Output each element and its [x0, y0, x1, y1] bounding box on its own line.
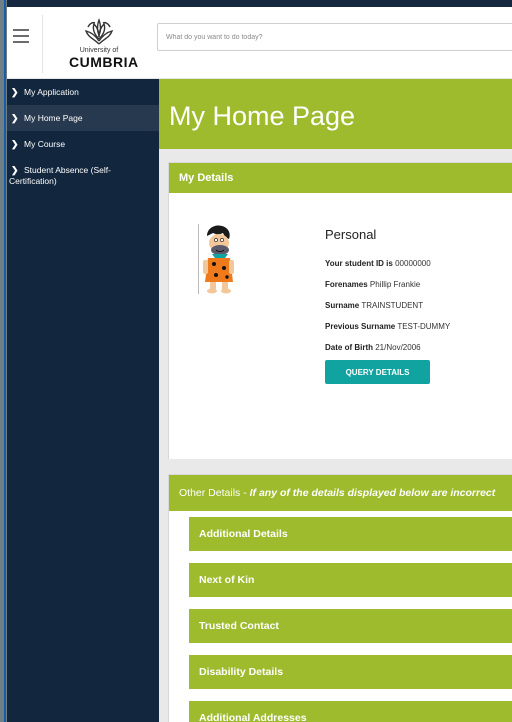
sidebar-item-label: Student Absence (Self-Certification) — [9, 165, 111, 186]
window-frame-left — [0, 0, 7, 722]
page-banner: My Home Page — [159, 79, 512, 149]
chevron-right-icon: ❯ — [11, 87, 19, 97]
university-logo[interactable]: University of CUMBRIA — [69, 17, 139, 73]
student-id-value: 00000000 — [395, 259, 431, 268]
page-title: My Home Page — [169, 101, 356, 131]
logo-cumbria-text: CUMBRIA — [69, 54, 139, 70]
student-id-row: Your student ID is 00000000 — [325, 259, 431, 268]
chevron-right-icon: ❯ — [11, 139, 19, 149]
sidebar-item-my-home-page[interactable]: ❯ My Home Page — [7, 105, 159, 131]
date-of-birth-row: Date of Birth 21/Nov/2006 — [325, 343, 421, 352]
surname-row: Surname TRAINSTUDENT — [325, 301, 423, 310]
sidebar-item-student-absence[interactable]: ❯ Student Absence (Self-Certification) — [7, 157, 159, 194]
sidebar-item-label: My Home Page — [24, 113, 83, 123]
date-of-birth-label: Date of Birth — [325, 343, 373, 352]
chevron-right-icon: ❯ — [11, 165, 19, 175]
student-avatar — [198, 224, 234, 294]
student-id-label: Your student ID is — [325, 259, 393, 268]
sidebar-item-my-course[interactable]: ❯ My Course — [7, 131, 159, 157]
previous-surname-value: TEST-DUMMY — [397, 322, 451, 331]
other-details-panel: Other Details - If any of the details di… — [168, 474, 512, 722]
sidebar-item-label: My Application — [24, 87, 79, 97]
search-input[interactable] — [157, 23, 512, 51]
surname-value: TRAINSTUDENT — [361, 301, 424, 310]
sidebar-item-my-application[interactable]: ❯ My Application — [7, 79, 159, 105]
header-divider — [42, 15, 43, 73]
surname-label: Surname — [325, 301, 360, 310]
my-details-heading: My Details — [169, 163, 512, 193]
previous-surname-row: Previous Surname TEST-DUMMY — [325, 322, 450, 331]
hamburger-menu-icon[interactable] — [13, 29, 29, 43]
header: University of CUMBRIA — [7, 7, 512, 79]
window-frame-top — [0, 0, 512, 7]
my-details-body: Personal Your student ID is 00000000 For… — [169, 193, 512, 459]
disability-details-section[interactable]: Disability Details — [189, 655, 512, 689]
forenames-value: Phillip Frankie — [369, 280, 421, 289]
other-details-warning: If any of the details displayed below ar… — [249, 487, 496, 499]
forenames-label: Forenames — [325, 280, 368, 289]
sidebar-item-label: My Course — [24, 139, 66, 149]
main-content: My Home Page My Details Personal Your st… — [159, 79, 512, 722]
date-of-birth-value: 21/Nov/2006 — [375, 343, 421, 352]
next-of-kin-section[interactable]: Next of Kin — [189, 563, 512, 597]
other-details-heading: Other Details - If any of the details di… — [169, 475, 512, 511]
sidebar: ❯ My Application ❯ My Home Page ❯ My Cou… — [7, 79, 159, 722]
additional-details-section[interactable]: Additional Details — [189, 517, 512, 551]
trusted-contact-section[interactable]: Trusted Contact — [189, 609, 512, 643]
my-details-panel: My Details Personal Your student ID is 0… — [168, 162, 512, 459]
personal-heading: Personal — [325, 227, 377, 242]
additional-addresses-section[interactable]: Additional Addresses — [189, 701, 512, 722]
logo-emblem-icon — [84, 18, 114, 45]
chevron-right-icon: ❯ — [11, 113, 19, 123]
other-details-title: Other Details - — [179, 487, 250, 499]
forenames-row: Forenames Phillip Frankie — [325, 280, 420, 289]
previous-surname-label: Previous Surname — [325, 322, 396, 331]
query-details-button[interactable]: QUERY DETAILS — [325, 360, 430, 384]
